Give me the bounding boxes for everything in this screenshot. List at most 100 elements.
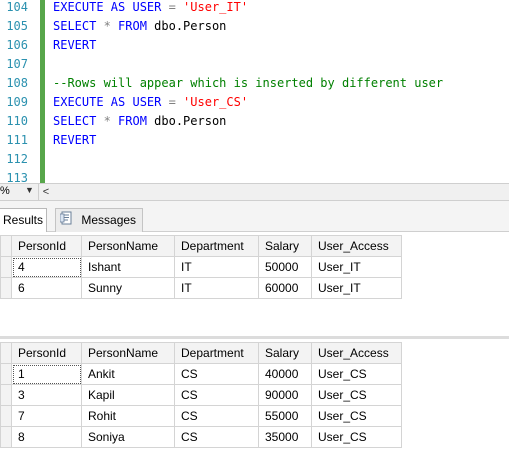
zoom-scroll-strip: % ▼ < (0, 183, 509, 201)
code-token: EXECUTE AS USER (53, 0, 169, 14)
tab-messages-label: Messages (81, 213, 137, 227)
column-header-personid[interactable]: PersonId (11, 235, 82, 257)
table-cell[interactable]: 8 (11, 426, 82, 448)
line-number: 108 (6, 76, 28, 90)
scroll-left-button[interactable]: < (38, 184, 53, 200)
table-cell[interactable]: 6 (11, 277, 82, 299)
table-cell[interactable]: Sunny (81, 277, 175, 299)
line-number: 109 (6, 95, 28, 109)
line-number: 111 (6, 133, 28, 147)
column-header-user_access[interactable]: User_Access (311, 235, 402, 257)
tab-results-label: Results (3, 213, 44, 227)
table-cell[interactable]: 50000 (258, 256, 312, 278)
table-cell[interactable]: IT (174, 277, 259, 299)
table-cell[interactable]: 60000 (258, 277, 312, 299)
table-cell[interactable]: 40000 (258, 363, 312, 385)
column-header-personname[interactable]: PersonName (81, 235, 175, 257)
corner-cell[interactable] (0, 342, 12, 364)
change-tracking-bar (40, 0, 45, 183)
result-table-1[interactable]: PersonId PersonName Department Salary User_A… (0, 235, 402, 299)
results-tab-bar: Results Messages (0, 201, 509, 232)
code-token: 'User_CS' (183, 95, 249, 109)
column-header-department[interactable]: Department (174, 342, 259, 364)
table-cell[interactable]: CS (174, 426, 259, 448)
row-header[interactable] (0, 256, 12, 278)
code-line[interactable]: SELECT * FROM dbo.Person (53, 19, 226, 33)
line-number-gutter: 104 105 106 107 108 109 110 111 112 113 (0, 0, 40, 183)
result-grid-1[interactable]: PersonId PersonName Department Salary User_A… (0, 232, 509, 336)
line-number: 106 (6, 38, 28, 52)
column-header-salary[interactable]: Salary (258, 235, 312, 257)
code-token: EXECUTE AS USER (53, 95, 169, 109)
code-line[interactable]: REVERT (53, 133, 96, 147)
table-cell[interactable]: User_IT (311, 256, 402, 278)
column-header-salary[interactable]: Salary (258, 342, 312, 364)
tab-results[interactable]: Results (0, 208, 47, 232)
table-cell[interactable]: User_CS (311, 426, 402, 448)
zoom-level[interactable]: % (0, 185, 10, 197)
code-token: dbo.Person (154, 19, 227, 33)
code-line[interactable]: EXECUTE AS USER = 'User_CS' (53, 95, 248, 109)
table-cell[interactable]: 55000 (258, 405, 312, 427)
table-cell[interactable]: 4 (11, 256, 82, 278)
table-cell[interactable]: CS (174, 384, 259, 406)
table-cell[interactable]: User_IT (311, 277, 402, 299)
table-row[interactable]: 1 Ankit CS 40000 User_CS (0, 363, 402, 385)
column-header-department[interactable]: Department (174, 235, 259, 257)
table-cell[interactable]: User_CS (311, 384, 402, 406)
row-header[interactable] (0, 277, 12, 299)
corner-cell[interactable] (0, 235, 12, 257)
code-token: * (103, 114, 119, 128)
row-header[interactable] (0, 384, 12, 406)
line-number: 112 (6, 152, 28, 166)
row-header[interactable] (0, 363, 12, 385)
table-row[interactable]: 4 Ishant IT 50000 User_IT (0, 256, 402, 278)
code-token: REVERT (53, 38, 97, 52)
code-token: * (103, 19, 119, 33)
table-cell[interactable]: IT (174, 256, 259, 278)
row-header[interactable] (0, 426, 12, 448)
code-token: FROM (118, 19, 155, 33)
line-number: 107 (6, 57, 28, 71)
code-token: = (168, 95, 184, 109)
code-token: SELECT (53, 19, 104, 33)
line-number: 105 (6, 19, 28, 33)
code-line[interactable]: SELECT * FROM dbo.Person (53, 114, 226, 128)
table-cell[interactable]: 90000 (258, 384, 312, 406)
code-token: SELECT (53, 114, 104, 128)
column-header-personname[interactable]: PersonName (81, 342, 175, 364)
row-header[interactable] (0, 405, 12, 427)
code-token: 'User_IT' (183, 0, 249, 14)
table-cell[interactable]: 3 (11, 384, 82, 406)
code-token: --Rows will appear which is inserted by … (53, 76, 444, 90)
table-cell[interactable]: Rohit (81, 405, 175, 427)
column-header-user_access[interactable]: User_Access (311, 342, 402, 364)
table-row[interactable]: 6 Sunny IT 60000 User_IT (0, 277, 402, 299)
column-header-personid[interactable]: PersonId (11, 342, 82, 364)
zoom-dropdown-icon[interactable]: ▼ (25, 185, 34, 195)
code-token: = (168, 0, 184, 14)
line-number: 113 (6, 171, 28, 183)
table-cell[interactable]: 1 (11, 363, 82, 385)
result-grid-2[interactable]: PersonId PersonName Department Salary User_A… (0, 339, 509, 469)
table-cell[interactable]: Ankit (81, 363, 175, 385)
table-cell[interactable]: CS (174, 363, 259, 385)
code-line[interactable]: EXECUTE AS USER = 'User_IT' (53, 0, 248, 14)
table-row[interactable]: 7 Rohit CS 55000 User_CS (0, 405, 402, 427)
table-cell[interactable]: User_CS (311, 405, 402, 427)
table-cell[interactable]: Kapil (81, 384, 175, 406)
table-cell[interactable]: CS (174, 405, 259, 427)
code-line[interactable]: REVERT (53, 38, 96, 52)
table-cell[interactable]: User_CS (311, 363, 402, 385)
result-table-2[interactable]: PersonId PersonName Department Salary User_A… (0, 342, 402, 448)
table-row[interactable]: 3 Kapil CS 90000 User_CS (0, 384, 402, 406)
table-cell[interactable]: Ishant (81, 256, 175, 278)
query-editor[interactable]: 104 105 106 107 108 109 110 111 112 113 EXECUTE A… (0, 0, 509, 183)
table-cell[interactable]: 35000 (258, 426, 312, 448)
table-row[interactable]: 8 Soniya CS 35000 User_CS (0, 426, 402, 448)
messages-icon (59, 210, 74, 232)
code-line[interactable]: --Rows will appear which is inserted by … (53, 76, 443, 90)
table-cell[interactable]: Soniya (81, 426, 175, 448)
table-cell[interactable]: 7 (11, 405, 82, 427)
tab-messages[interactable]: Messages (55, 208, 143, 232)
